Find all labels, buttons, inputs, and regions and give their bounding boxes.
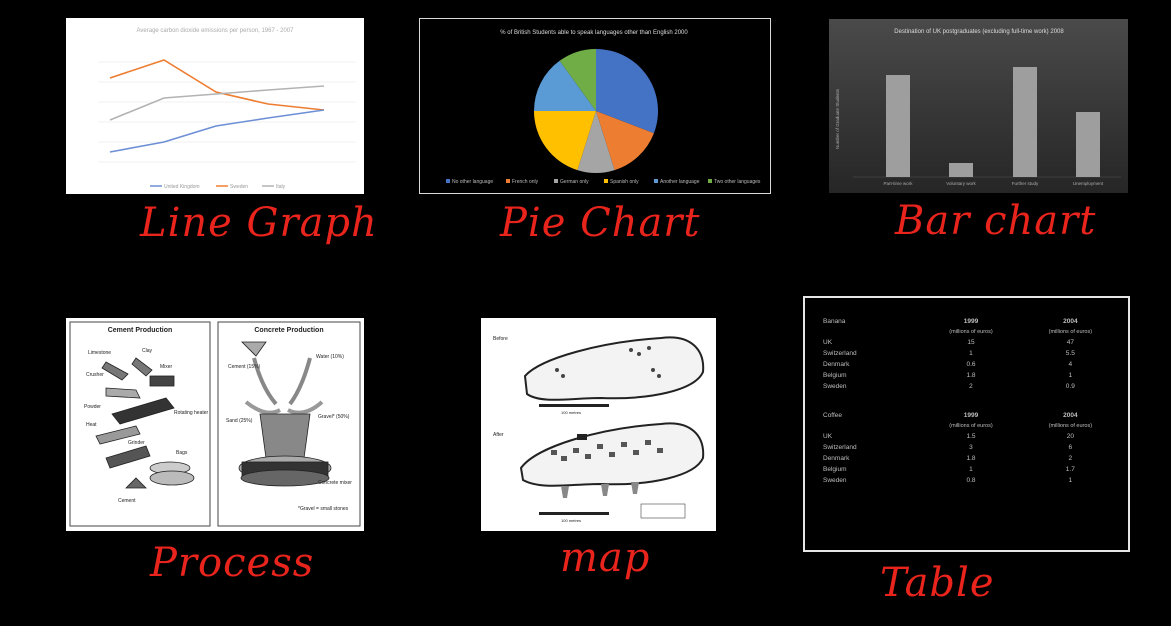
process-label-water: Water (10%) [316,354,344,360]
process-note: *Gravel = small stones [298,506,349,512]
table-row: UK 15 47 [823,339,1074,346]
banana-label: Banana [823,318,846,325]
bar-chart-panel: Destination of UK postgraduates (excludi… [829,19,1128,193]
line-legend: United Kingdom Sweden Italy [150,184,286,190]
label-table: Table [880,560,995,606]
table-coffee: Coffee 1999 2004 (millions of euros) (mi… [819,410,1120,486]
svg-text:Unemployment: Unemployment [1073,181,1104,186]
line-graph-panel: Average carbon dioxide emissions per per… [66,18,364,194]
pie-chart-svg: % of British Students able to speak lang… [446,30,761,185]
process-panel: Cement Production Concrete Production Li… [66,318,364,531]
process-label-mixer: Mixer [160,364,173,370]
banana-col2: 2004 [1063,318,1078,325]
process-left-title: Cement Production [108,327,173,334]
bar-ylabel: Number of Graduate Students [835,88,840,149]
bar-part-time [886,75,910,177]
pie-legend-1: French only [512,179,539,185]
pie-legend-4: Another language [660,179,700,185]
pie-legend-0: No other language [452,179,493,185]
pie-legend-2: German only [560,179,589,185]
process-label-sand: Sand (25%) [226,418,253,424]
legend-italy: Italy [276,184,286,190]
island-before [523,336,705,401]
process-label-heat: Heat [86,422,97,428]
label-bar-chart: Bar chart [895,198,1097,244]
svg-text:Part-time work: Part-time work [883,181,913,186]
table-row: Sweden 2 0.9 [823,383,1075,390]
process-label-limestone: Limestone [88,350,111,356]
pie-legend-5: Two other languages [714,179,761,185]
label-map: map [560,535,651,581]
map-after-label: After [493,432,504,438]
label-pie-chart: Pie Chart [500,200,701,246]
pie-chart-panel: % of British Students able to speak lang… [419,18,771,194]
coffee-unit1: (millions of euros) [949,423,993,429]
coffee-col1: 1999 [963,412,979,419]
coffee-label: Coffee [823,412,843,419]
process-label-concrete-mixer: Concrete mixer [318,480,352,486]
coffee-col2: 2004 [1063,412,1078,419]
line-graph-svg: Average carbon dioxide emissions per per… [98,28,356,190]
process-label-cement-pct: Cement (15%) [228,364,261,370]
table-row: UK 1.5 20 [823,433,1074,440]
bar-chart-svg: Destination of UK postgraduates (excludi… [835,29,1121,186]
pie-legend: No other language French only German onl… [446,179,761,185]
map-before-label: Before [493,336,508,342]
coffee-unit2: (millions of euros) [1048,423,1093,429]
map-key [640,503,686,519]
process-right-title: Concrete Production [254,327,323,334]
table-row: Switzerland 3 6 [823,444,1073,451]
bar-title: Destination of UK postgraduates (excludi… [894,29,1064,35]
table-row: Belgium 1.8 1 [823,372,1073,379]
table-row: Switzerland 1 5.5 [823,350,1075,357]
process-label-crusher: Crusher [86,372,104,378]
process-svg: Cement Production Concrete Production Li… [69,321,361,527]
process-label-powder: Powder [84,404,101,410]
process-label-gravel: Gravel* (50%) [318,414,350,420]
legend-sweden: Sweden [230,184,248,190]
table-row: Sweden 0.8 1 [823,477,1073,484]
table-panel: Banana 1999 2004 (millions of euros) (mi… [803,296,1130,552]
line-graph-title: Average carbon dioxide emissions per per… [137,28,295,34]
svg-text:Voluntary work: Voluntary work [946,181,976,186]
process-label-grinder: Grinder [128,440,145,446]
map-scale-before: 100 metres [561,410,581,415]
pie-legend-3: Spanish only [610,179,639,185]
bar-voluntary [949,163,973,177]
label-line-graph: Line Graph [140,200,378,246]
pie [534,48,659,173]
table-row: Belgium 1 1.7 [823,466,1075,473]
legend-uk: United Kingdom [164,184,200,190]
table-row: Denmark 1.8 2 [823,455,1073,462]
process-label-clay: Clay [142,348,153,354]
process-label-cement: Cement [118,498,136,504]
map-panel: Before 100 metres After 100 metres [481,318,716,531]
process-label-bags: Bags [176,450,188,456]
banana-unit1: (millions of euros) [949,329,993,335]
process-label-rotating-heater: Rotating heater [174,410,209,416]
svg-text:Further study: Further study [1012,181,1039,186]
pie-title: % of British Students able to speak lang… [500,30,688,36]
line-series-uk [109,109,325,153]
banana-col1: 1999 [963,318,979,325]
map-scale-after: 100 metres [561,518,581,523]
bar-x-ticks: Part-time work Voluntary work Further st… [883,181,1103,186]
table-row: Denmark 0.6 4 [823,361,1073,368]
line-series-sweden [109,59,325,111]
table-banana: Banana 1999 2004 (millions of euros) (mi… [819,316,1120,392]
map-svg: Before 100 metres After 100 metres [493,336,705,523]
cement-illustration [95,357,195,489]
label-process: Process [150,540,315,586]
bar-further-study [1013,67,1037,177]
bar-unemployment [1076,112,1100,177]
banana-unit2: (millions of euros) [1048,329,1093,335]
